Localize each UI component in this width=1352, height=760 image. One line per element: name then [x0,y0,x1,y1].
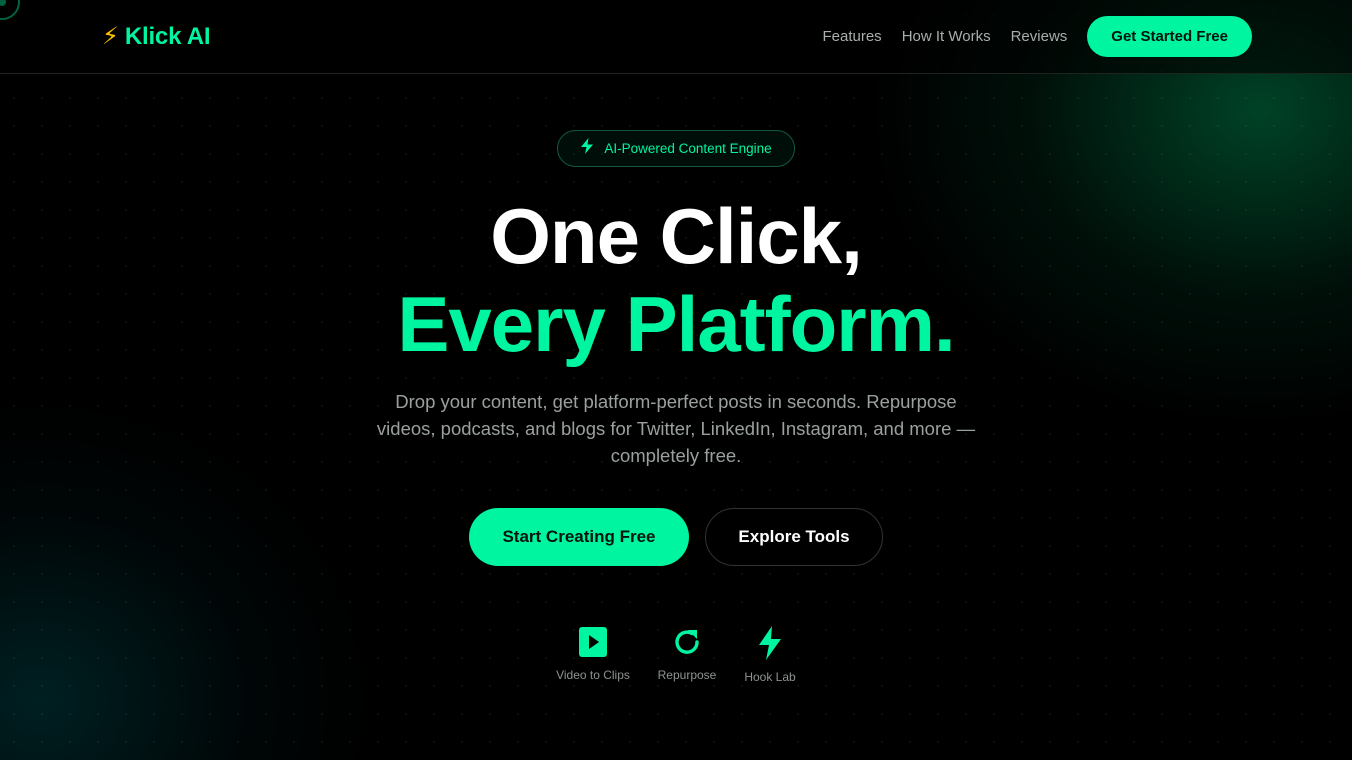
tool-label: Hook Lab [744,670,796,684]
top-navbar: ⚡ Klick AI Features How It Works Reviews… [0,0,1352,74]
ai-powered-badge: AI-Powered Content Engine [557,130,795,167]
bolt-icon [757,626,783,660]
tool-hook-lab[interactable]: Hook Lab [738,626,802,684]
bolt-icon [580,138,594,159]
lightning-icon: ⚡ [102,23,119,50]
nav-link-reviews[interactable]: Reviews [1011,28,1068,45]
nav-link-how-it-works[interactable]: How It Works [902,28,991,45]
start-creating-button[interactable]: Start Creating Free [469,508,689,566]
explore-tools-button[interactable]: Explore Tools [705,508,883,566]
landing-page: ⚡ Klick AI Features How It Works Reviews… [0,0,1352,760]
brand-name: Klick AI [124,23,211,50]
nav-link-features[interactable]: Features [822,28,881,45]
tool-label: Repurpose [657,668,717,682]
tool-repurpose[interactable]: Repurpose [652,626,722,682]
nav-links: Features How It Works Reviews Get Starte… [822,16,1252,57]
hero-subtitle: Drop your content, get platform-perfect … [376,391,976,466]
hero-title-line1: One Click, [490,192,862,280]
tool-video-to-clips[interactable]: Video to Clips [553,626,633,682]
tool-shortcuts: Video to Clips Repurpose Hook Lab [0,626,1352,696]
hero-title: One Click, Every Platform. [0,192,1352,368]
get-started-button[interactable]: Get Started Free [1087,16,1252,57]
badge-text: AI-Powered Content Engine [604,141,772,156]
refresh-icon [672,626,702,658]
brand-logo-link[interactable]: ⚡ Klick AI [102,20,211,54]
tool-label: Video to Clips [556,668,630,682]
play-square-icon [579,626,607,658]
hero-title-line2: Every Platform. [397,280,955,368]
